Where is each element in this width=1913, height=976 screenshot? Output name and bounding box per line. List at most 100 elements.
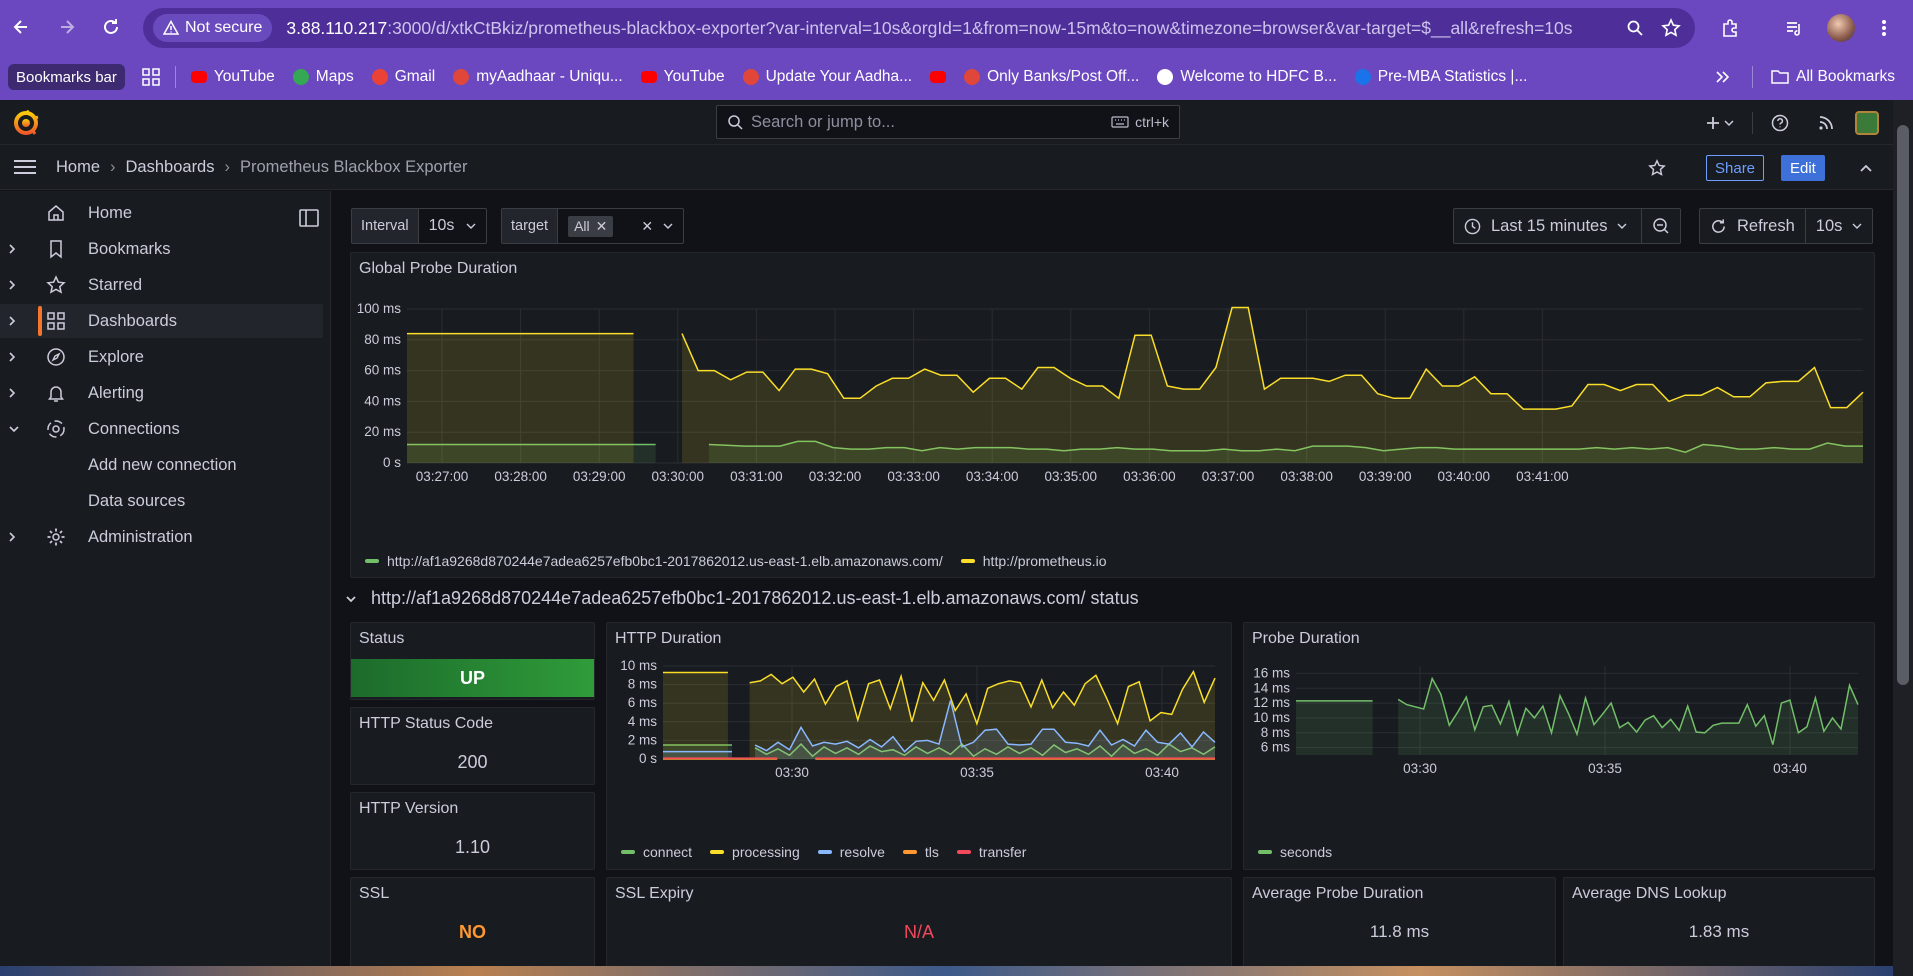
interval-select[interactable]: 10s [419,209,487,243]
bookmark-item[interactable]: Pre-MBA Statistics |... [1346,63,1537,91]
chevron-down-icon[interactable] [8,425,26,433]
zoom-out-button[interactable] [1641,209,1680,243]
refresh-interval-select[interactable]: 10s [1804,209,1873,243]
panel-title: SSL Expiry [615,885,694,902]
y-tick-label: 80 ms [364,332,401,347]
legend-item[interactable]: http://af1a9268d870244e7adea6257efb0bc1-… [365,553,943,569]
dashboard-content: Interval 10s target All ✕ ✕ Last 15 minut… [331,191,1893,976]
bookmark-item[interactable] [921,63,955,91]
sidebar-item-connections[interactable]: Connections [0,412,323,446]
share-button[interactable]: Share [1706,155,1765,181]
news-rss-icon[interactable] [1812,109,1840,137]
page-scrollbar[interactable] [1893,100,1913,976]
bookmark-item[interactable]: Maps [284,63,363,91]
global-probe-duration-chart[interactable]: 0 s 20 ms 40 ms 60 ms 80 ms 100 ms 03:27:00 03:… [351,283,1874,559]
sidebar-item-label: Data sources [88,491,186,510]
apps-grid-icon[interactable] [133,63,169,91]
average-dns-lookup-value: 1.83 ms [1688,922,1750,941]
grafana-logo-icon[interactable] [13,110,39,136]
bookmark-item[interactable]: myAadhaar - Uniqu... [444,63,631,91]
scroll-thumb[interactable] [1897,125,1909,685]
search-input[interactable]: Search or jump to... ctrl+k [716,105,1180,139]
panel-title: Status [359,630,405,647]
chevron-right-icon[interactable] [8,279,26,291]
legend-item[interactable]: transfer [956,844,1027,860]
legend-item[interactable]: resolve [817,844,885,860]
refresh-button[interactable]: Refresh [1700,209,1805,243]
bookmark-item[interactable]: Only Banks/Post Off... [955,63,1148,91]
legend-item[interactable]: connect [621,844,692,860]
legend-item[interactable]: seconds [1258,844,1332,860]
new-plus-icon[interactable] [1703,109,1739,137]
sidebar-item-explore[interactable]: Explore [0,340,323,374]
keyboard-icon [1111,116,1129,128]
time-range-button[interactable]: Last 15 minutes [1454,209,1641,243]
bookmark-star-icon[interactable] [1653,10,1689,46]
bookmark-item[interactable]: YouTube [182,63,284,91]
bookmark-item[interactable]: Welcome to HDFC B... [1148,63,1345,91]
sidebar-item-bookmarks[interactable]: Bookmarks [0,232,323,266]
sidebar-item-add-new-connection[interactable]: Add new connection [0,448,323,482]
row-header[interactable]: http://af1a9268d870244e7adea6257efb0bc1-… [345,588,1139,609]
sidebar-item-dashboards[interactable]: Dashboards [0,304,323,338]
star-icon [46,275,66,295]
profile-avatar[interactable] [1823,10,1859,46]
zoom-icon[interactable] [1617,10,1653,46]
chevron-right-icon[interactable] [8,243,26,255]
http-duration-chart[interactable]: 0 s 2 ms 4 ms 6 ms 8 ms 10 ms 03:30 03:35 03:40 [607,655,1231,835]
reload-icon[interactable] [94,10,128,44]
legend-swatch [960,559,975,563]
security-chip[interactable]: Not secure [153,14,273,42]
search-placeholder: Search or jump to... [751,112,895,131]
user-avatar[interactable] [1853,109,1881,137]
address-bar[interactable]: Not secure 3.88.110.217:3000/d/xtkCtBkiz… [143,8,1695,48]
breadcrumb-home[interactable]: Home [56,158,100,177]
search-shortcut-text: ctrl+k [1135,114,1169,130]
sidebar-item-alerting[interactable]: Alerting [0,376,323,410]
bookmarks-overflow-icon[interactable] [1705,63,1739,91]
probe-duration-chart[interactable]: 6 ms8 ms10 ms12 ms14 ms16 ms 03:30 03:35 03… [1244,655,1874,835]
clear-icon[interactable]: ✕ [641,218,653,235]
browser-chrome: Not secure 3.88.110.217:3000/d/xtkCtBkiz… [0,0,1913,100]
panel-title: SSL [359,885,390,902]
url-text[interactable]: 3.88.110.217:3000/d/xtkCtBkiz/prometheus… [286,18,1617,39]
ssl-panel: SSL NO [350,877,595,976]
bookmark-item[interactable]: Gmail [363,63,444,91]
media-controls-icon[interactable] [1776,10,1812,46]
bookmark-item[interactable]: YouTube [632,63,734,91]
chevron-right-icon[interactable] [8,351,26,363]
target-label: target [502,209,559,243]
sidebar-item-data-sources[interactable]: Data sources [0,484,323,518]
sidebar-item-home[interactable]: Home [0,196,323,230]
sidebar-item-administration[interactable]: Administration [0,520,323,554]
legend-item[interactable]: tls [902,844,939,860]
back-arrow-icon[interactable] [4,10,38,44]
desktop-wallpaper-strip [0,966,1893,976]
more-menu-icon[interactable] [1866,10,1902,46]
collapse-chevron-up-icon[interactable] [1852,154,1880,182]
chevron-down-icon[interactable] [663,223,673,229]
bookmark-item[interactable]: Update Your Aadha... [734,63,922,91]
chip-remove-icon[interactable]: ✕ [596,218,608,235]
legend-label: transfer [978,844,1027,860]
bell-icon [46,383,66,403]
mark-favorite-star-icon[interactable] [1643,154,1671,182]
bookmarks-bar-label[interactable]: Bookmarks bar [8,64,125,90]
all-bookmarks-button[interactable]: All Bookmarks [1762,63,1904,91]
legend-item[interactable]: http://prometheus.io [960,553,1107,569]
security-label: Not secure [185,19,263,36]
chevron-right-icon[interactable] [8,531,26,543]
chevron-right-icon[interactable] [8,315,26,327]
x-tick-label: 03:37:00 [1202,469,1255,484]
menu-icon[interactable] [12,157,38,177]
target-select[interactable]: All ✕ ✕ [558,209,683,243]
breadcrumb-dashboards[interactable]: Dashboards [126,158,215,177]
help-icon[interactable] [1766,109,1794,137]
chevron-right-icon[interactable] [8,387,26,399]
edit-button[interactable]: Edit [1781,155,1825,181]
forward-arrow-icon[interactable] [50,10,84,44]
extensions-icon[interactable] [1712,10,1748,46]
legend-item[interactable]: processing [710,844,800,860]
sidebar-item-starred[interactable]: Starred [0,268,323,302]
x-tick-label: 03:27:00 [416,469,469,484]
